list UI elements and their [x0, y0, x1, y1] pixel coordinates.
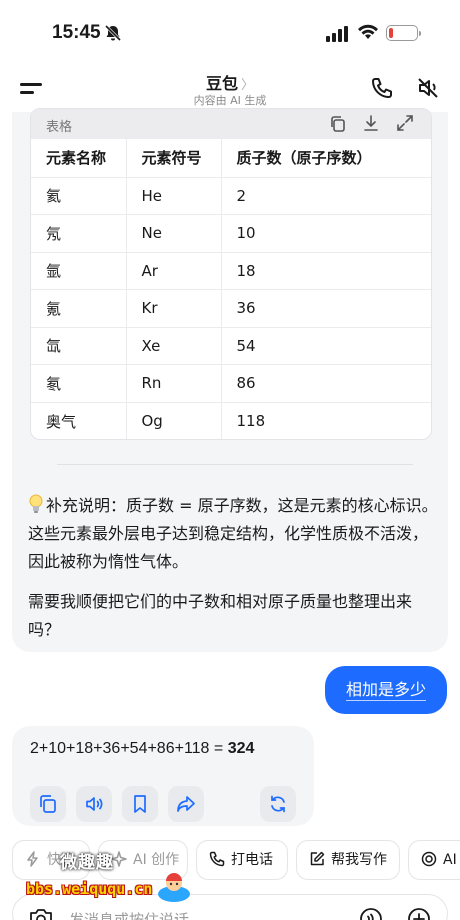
noble-gas-table: 表格 元素名称 元素符号 质子数（原子序数） 氦 He 2 氖 Ne 10 氩 …	[30, 108, 432, 440]
signal-icon	[326, 26, 348, 42]
note-text: 补充说明：质子数 = 原子序数，这是元素的核心标识。这些元素最外层电子达到稳定结…	[28, 496, 438, 571]
table-row: 氦 He 2	[31, 177, 431, 215]
proton-count-cell: 10	[221, 214, 431, 253]
column-header: 元素符号	[126, 139, 222, 178]
share-button[interactable]	[168, 786, 204, 822]
element-symbol-cell: Ar	[126, 252, 222, 290]
watermark-url: bbs.weiququ.cn	[26, 880, 153, 898]
copy-button[interactable]	[30, 786, 66, 822]
status-time: 15:45	[52, 22, 101, 43]
wifi-icon	[358, 24, 378, 39]
camera-icon[interactable]	[29, 907, 53, 920]
chip-write[interactable]: 帮我写作	[296, 840, 400, 880]
expand-icon[interactable]	[396, 114, 414, 132]
bell-off-icon	[104, 24, 122, 42]
voice-icon[interactable]	[359, 907, 383, 920]
lightbulb-icon	[29, 494, 43, 513]
phone-icon	[209, 851, 225, 867]
element-name-cell: 氖	[31, 214, 127, 253]
element-symbol-cell: Ne	[126, 214, 222, 253]
supplementary-note: 补充说明：质子数 = 原子序数，这是元素的核心标识。这些元素最外层电子达到稳定结…	[28, 492, 438, 576]
status-bar: 15:45	[0, 0, 460, 64]
chip-label: AI	[443, 852, 457, 868]
ai-icon	[421, 851, 437, 867]
table-row: 氡 Rn 86	[31, 364, 431, 403]
followup-question: 需要我顺便把它们的中子数和相对原子质量也整理出来吗？	[28, 592, 413, 639]
message-input[interactable]: 发消息或按住说话	[69, 909, 189, 920]
chip-call[interactable]: 打电话	[196, 840, 288, 880]
table-toolbar: 表格	[31, 109, 431, 139]
chip-ai[interactable]: AI	[408, 840, 460, 880]
table-row: 氙 Xe 54	[31, 327, 431, 365]
element-name-cell: 氩	[31, 252, 127, 290]
divider	[57, 464, 413, 465]
pen-icon	[310, 851, 325, 866]
element-name-cell: 奥气	[31, 402, 127, 439]
answer-expression: 2+10+18+36+54+86+118 =	[30, 740, 228, 757]
bookmark-icon	[134, 795, 146, 813]
table-label: 表格	[46, 120, 73, 135]
read-aloud-button[interactable]	[76, 786, 112, 822]
element-symbol-cell: He	[126, 177, 222, 215]
ai-answer: 2+10+18+36+54+86+118 = 324	[12, 726, 314, 826]
speaker-icon	[86, 797, 103, 811]
copy-icon	[40, 795, 56, 813]
phone-call-icon[interactable]	[370, 76, 394, 100]
answer-text: 2+10+18+36+54+86+118 = 324	[30, 740, 254, 758]
plus-icon[interactable]	[407, 907, 431, 920]
element-symbol-cell: Xe	[126, 327, 222, 365]
element-name-cell: 氡	[31, 364, 127, 403]
share-icon	[177, 796, 195, 812]
table-row: 奥气 Og 118	[31, 402, 431, 439]
speaker-mute-icon[interactable]	[416, 76, 440, 100]
lightning-icon	[27, 851, 38, 867]
chip-label: AI 创作	[133, 852, 180, 868]
element-symbol-cell: Kr	[126, 289, 222, 328]
proton-count-cell: 54	[221, 327, 431, 365]
refresh-icon	[271, 795, 285, 813]
user-message-text: 相加是多少	[345, 680, 426, 701]
table-row: 氩 Ar 18	[31, 252, 431, 290]
table-header-row: 元素名称 元素符号 质子数（原子序数）	[31, 139, 431, 178]
proton-count-cell: 18	[221, 252, 431, 290]
answer-result: 324	[227, 740, 255, 757]
chip-label: 打电话	[231, 852, 273, 868]
user-message[interactable]: 相加是多少	[325, 666, 447, 714]
proton-count-cell: 36	[221, 289, 431, 328]
watermark-logo-icon	[158, 873, 190, 902]
regenerate-button[interactable]	[260, 786, 296, 822]
element-symbol-cell: Rn	[126, 364, 222, 403]
chat-header: 豆包〉 内容由 AI 生成	[0, 64, 460, 112]
bot-name: 豆包	[205, 74, 238, 93]
column-header: 质子数（原子序数）	[221, 139, 431, 178]
proton-count-cell: 118	[236, 412, 266, 430]
table-row: 氖 Ne 10	[31, 214, 431, 253]
proton-count-cell: 86	[221, 364, 431, 403]
element-name-cell: 氦	[31, 177, 127, 215]
proton-count-cell: 2	[221, 177, 431, 215]
watermark-title: 微趣趣	[60, 853, 114, 873]
ai-message: 表格 元素名称 元素符号 质子数（原子序数） 氦 He 2 氖 Ne 10 氩 …	[12, 108, 448, 652]
chip-label: 帮我写作	[331, 852, 387, 868]
table-row: 氪 Kr 36	[31, 289, 431, 328]
download-icon[interactable]	[362, 114, 380, 132]
element-name-cell: 氙	[31, 327, 127, 365]
data-table: 元素名称 元素符号 质子数（原子序数） 氦 He 2 氖 Ne 10 氩 Ar …	[31, 139, 431, 439]
bookmark-button[interactable]	[122, 786, 158, 822]
copy-icon[interactable]	[329, 115, 347, 133]
column-header: 元素名称	[31, 139, 127, 178]
element-symbol-cell: Og	[126, 402, 222, 439]
battery-icon	[386, 25, 421, 41]
chevron-right-icon: 〉	[241, 78, 255, 93]
element-name-cell: 氪	[31, 289, 127, 328]
